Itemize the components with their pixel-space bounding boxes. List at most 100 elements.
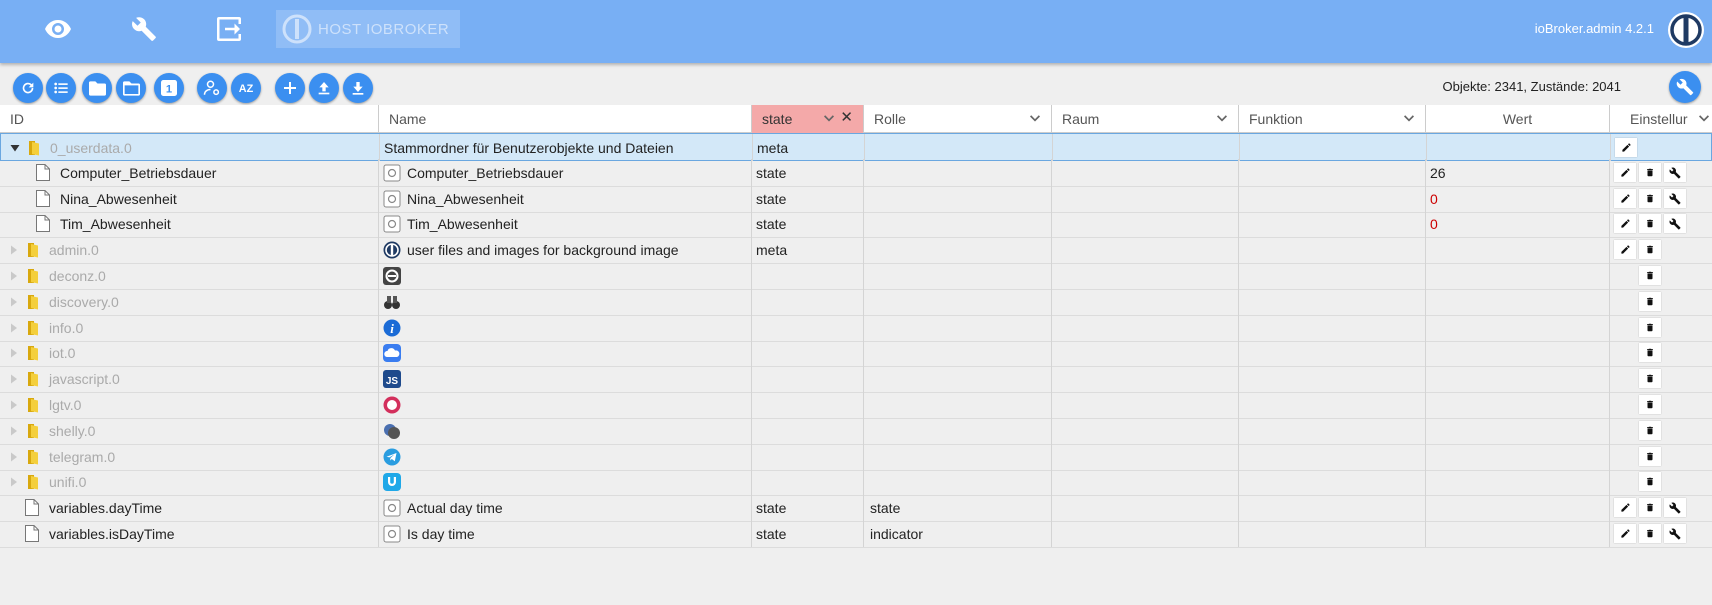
value-cell[interactable] xyxy=(1426,365,1610,392)
room-cell[interactable] xyxy=(1052,339,1239,366)
name-cell[interactable] xyxy=(379,339,752,366)
user-settings-button[interactable] xyxy=(197,73,227,103)
id-cell[interactable]: telegram.0 xyxy=(0,443,379,470)
role-cell[interactable] xyxy=(864,159,1052,186)
function-cell[interactable] xyxy=(1239,417,1426,444)
id-cell[interactable]: iot.0 xyxy=(0,339,379,366)
id-cell[interactable]: 0_userdata.0 xyxy=(1,134,380,161)
name-cell[interactable]: Stammordner für Benutzerobjekte und Date… xyxy=(380,134,753,161)
table-row[interactable]: info.0 i xyxy=(0,314,1712,342)
id-cell[interactable]: unifi.0 xyxy=(0,468,379,495)
table-row[interactable]: telegram.0 xyxy=(0,443,1712,471)
name-cell[interactable] xyxy=(379,443,752,470)
config-button[interactable] xyxy=(1664,214,1686,233)
name-cell[interactable]: Nina_Abwesenheit xyxy=(379,185,752,212)
table-row[interactable]: admin.0 user files and images for backgro… xyxy=(0,236,1712,264)
delete-button[interactable] xyxy=(1639,266,1661,285)
value-cell[interactable] xyxy=(1426,288,1610,315)
edit-button[interactable] xyxy=(1614,214,1636,233)
role-cell[interactable] xyxy=(864,468,1052,495)
role-filter-select[interactable]: Rolle xyxy=(864,105,1052,133)
room-cell[interactable] xyxy=(1052,494,1239,521)
table-row[interactable]: Computer_Betriebsdauer Computer_Betriebsd… xyxy=(0,159,1712,187)
name-cell[interactable]: Tim_Abwesenheit xyxy=(379,210,752,237)
expand-all-button[interactable] xyxy=(116,73,146,103)
role-cell[interactable]: indicator xyxy=(864,520,1052,547)
value-cell[interactable] xyxy=(1426,417,1610,444)
upload-button[interactable] xyxy=(309,73,339,103)
role-cell[interactable] xyxy=(864,314,1052,341)
edit-button[interactable] xyxy=(1615,138,1637,157)
config-button[interactable] xyxy=(1664,163,1686,182)
value-cell[interactable] xyxy=(1426,314,1610,341)
delete-button[interactable] xyxy=(1639,524,1661,543)
role-cell[interactable] xyxy=(864,210,1052,237)
table-row[interactable]: variables.dayTime Actual day time state sta… xyxy=(0,494,1712,522)
delete-button[interactable] xyxy=(1639,472,1661,491)
table-row[interactable]: unifi.0 xyxy=(0,468,1712,496)
room-cell[interactable] xyxy=(1052,159,1239,186)
id-cell[interactable]: shelly.0 xyxy=(0,417,379,444)
function-cell[interactable] xyxy=(1239,443,1426,470)
function-cell[interactable] xyxy=(1239,314,1426,341)
delete-button[interactable] xyxy=(1639,189,1661,208)
function-cell[interactable] xyxy=(1239,262,1426,289)
column-header-id[interactable]: ID xyxy=(0,105,379,133)
collapse-arrow-icon[interactable] xyxy=(10,143,20,153)
value-cell[interactable] xyxy=(1426,262,1610,289)
eye-icon[interactable] xyxy=(38,12,78,46)
id-cell[interactable]: info.0 xyxy=(0,314,379,341)
name-cell[interactable] xyxy=(379,391,752,418)
id-cell[interactable]: deconz.0 xyxy=(0,262,379,289)
value-cell[interactable]: 26 xyxy=(1426,159,1610,186)
expand-arrow-icon[interactable] xyxy=(9,348,19,358)
role-cell[interactable]: state xyxy=(864,494,1052,521)
config-button[interactable] xyxy=(1664,524,1686,543)
value-cell[interactable] xyxy=(1426,391,1610,418)
delete-button[interactable] xyxy=(1639,498,1661,517)
value-cell[interactable]: 0 xyxy=(1426,185,1610,212)
edit-button[interactable] xyxy=(1614,163,1636,182)
room-cell[interactable] xyxy=(1052,314,1239,341)
name-cell[interactable] xyxy=(379,417,752,444)
column-header-name[interactable]: Name xyxy=(379,105,752,133)
table-row[interactable]: iot.0 xyxy=(0,339,1712,367)
delete-button[interactable] xyxy=(1639,163,1661,182)
value-cell[interactable]: 0 xyxy=(1426,210,1610,237)
function-filter-select[interactable]: Funktion xyxy=(1239,105,1426,133)
expand-arrow-icon[interactable] xyxy=(9,271,19,281)
config-button[interactable] xyxy=(1664,498,1686,517)
room-cell[interactable] xyxy=(1052,185,1239,212)
config-button[interactable] xyxy=(1664,189,1686,208)
value-cell[interactable] xyxy=(1426,443,1610,470)
column-header-settings[interactable]: Einstellur xyxy=(1610,105,1712,133)
role-cell[interactable] xyxy=(865,134,1053,161)
value-cell[interactable] xyxy=(1426,468,1610,495)
table-row[interactable]: deconz.0 xyxy=(0,262,1712,290)
room-cell[interactable] xyxy=(1052,468,1239,495)
edit-button[interactable] xyxy=(1614,498,1636,517)
room-cell[interactable] xyxy=(1052,443,1239,470)
table-row[interactable]: shelly.0 xyxy=(0,417,1712,445)
room-cell[interactable] xyxy=(1052,210,1239,237)
room-cell[interactable] xyxy=(1052,365,1239,392)
name-cell[interactable] xyxy=(379,288,752,315)
delete-button[interactable] xyxy=(1639,240,1661,259)
function-cell[interactable] xyxy=(1239,159,1426,186)
table-row[interactable]: variables.isDayTime Is day time state indic… xyxy=(0,520,1712,548)
role-cell[interactable] xyxy=(864,236,1052,263)
name-cell[interactable] xyxy=(379,262,752,289)
value-cell[interactable] xyxy=(1426,236,1610,263)
id-cell[interactable]: lgtv.0 xyxy=(0,391,379,418)
value-cell[interactable] xyxy=(1427,134,1611,161)
role-cell[interactable] xyxy=(864,185,1052,212)
name-cell[interactable] xyxy=(379,468,752,495)
id-cell[interactable]: javascript.0 xyxy=(0,365,379,392)
expand-arrow-icon[interactable] xyxy=(9,245,19,255)
refresh-button[interactable] xyxy=(13,73,43,103)
role-cell[interactable] xyxy=(864,391,1052,418)
sort-az-button[interactable]: AZ xyxy=(231,73,261,103)
logout-icon[interactable] xyxy=(210,12,250,46)
role-cell[interactable] xyxy=(864,443,1052,470)
expand-arrow-icon[interactable] xyxy=(9,374,19,384)
